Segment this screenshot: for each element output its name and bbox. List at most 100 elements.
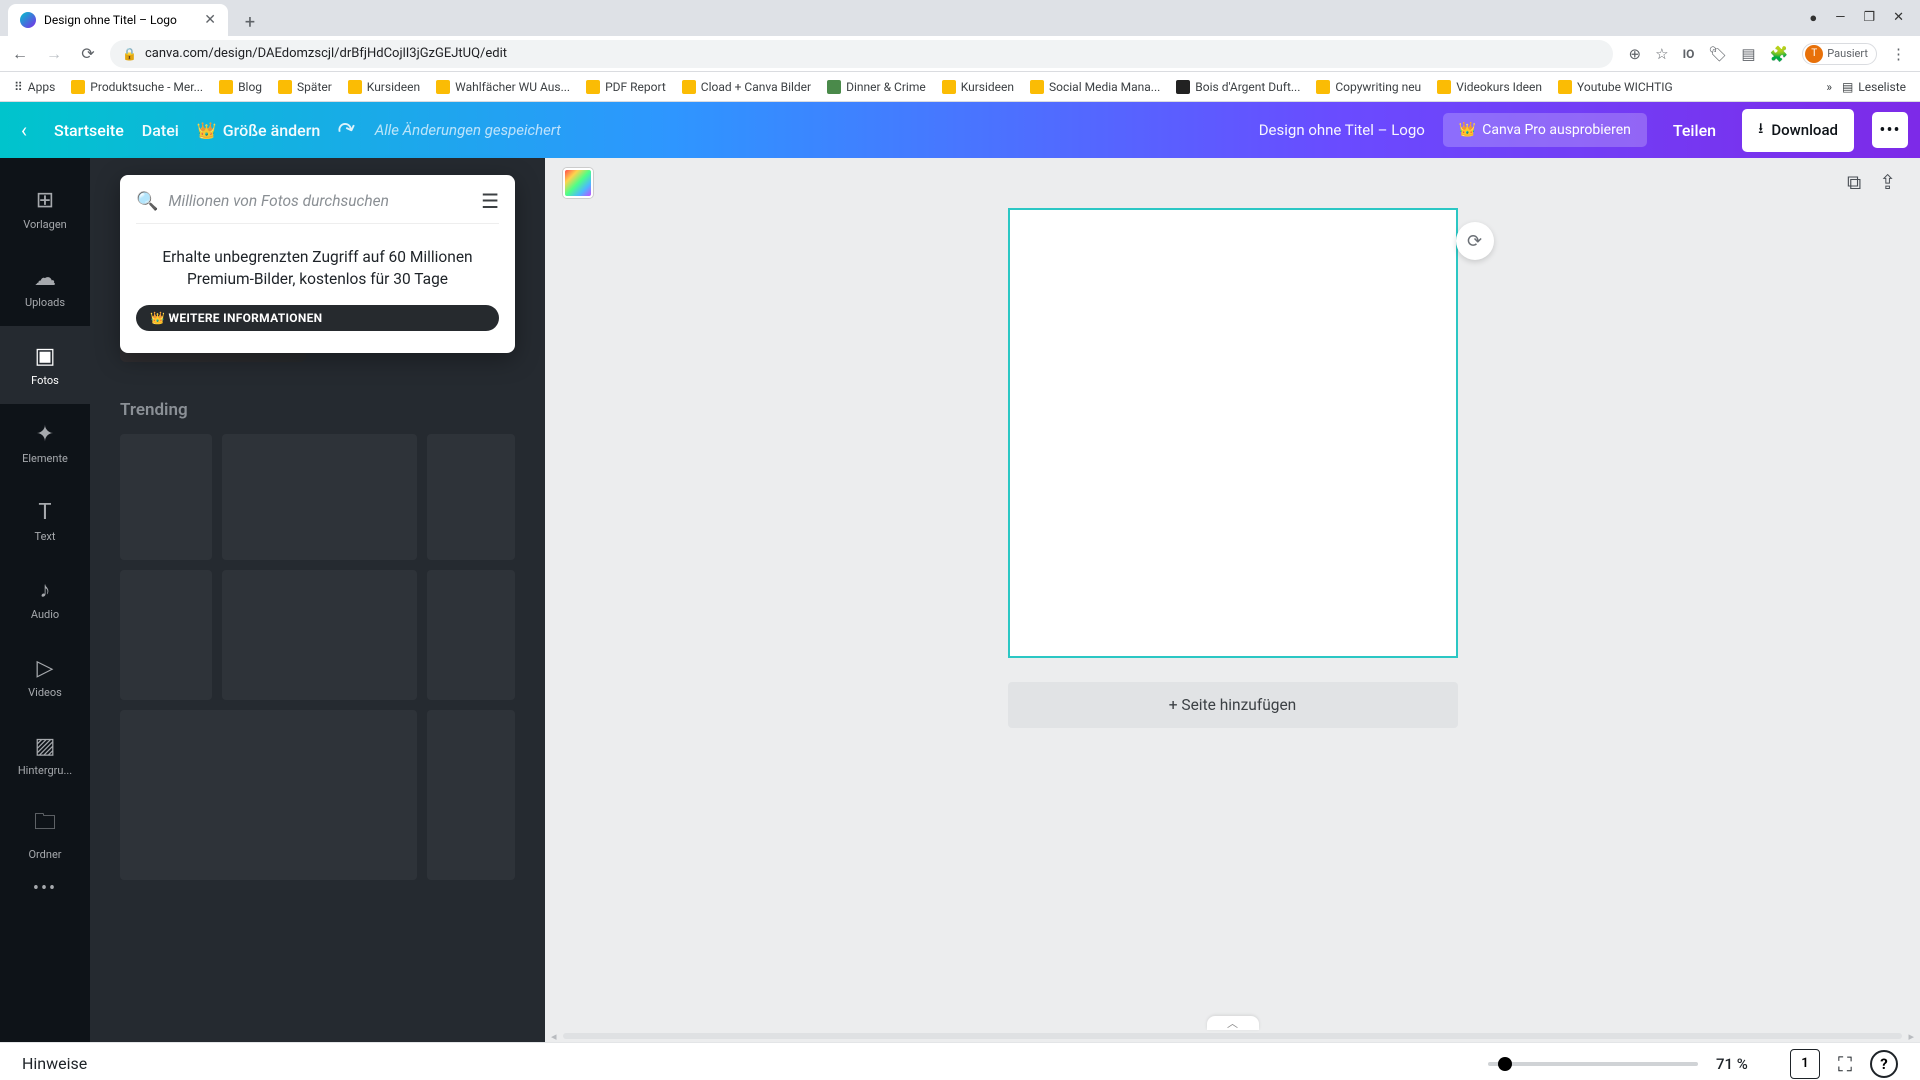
sidebar-label: Ordner bbox=[28, 848, 61, 861]
undo-icon[interactable]: ↶ bbox=[335, 115, 361, 145]
sidebar-item-videos[interactable]: ▷Videos bbox=[0, 638, 90, 716]
account-dot-icon[interactable]: ● bbox=[1809, 10, 1817, 26]
notes-button[interactable]: Hinweise bbox=[22, 1054, 87, 1073]
elements-icon: ✦ bbox=[36, 422, 54, 447]
back-home-icon[interactable]: ‹ bbox=[12, 118, 36, 142]
bookmark-item[interactable]: Videokurs Ideen bbox=[1431, 77, 1548, 97]
bookmark-label: Bois d'Argent Duft... bbox=[1195, 80, 1300, 94]
bookmark-item[interactable]: Youtube WICHTIG bbox=[1552, 77, 1679, 97]
bookmark-item[interactable]: PDF Report bbox=[580, 77, 672, 97]
bookmark-item[interactable]: Copywriting neu bbox=[1310, 77, 1427, 97]
promo-more-info-button[interactable]: 👑 WEITERE INFORMATIONEN bbox=[136, 305, 499, 331]
photo-thumbnail[interactable] bbox=[120, 434, 212, 560]
address-bar[interactable]: 🔒 canva.com/design/DAEdomzscjl/drBfjHdCo… bbox=[110, 40, 1613, 68]
sidebar-item-audio[interactable]: ♪Audio bbox=[0, 560, 90, 638]
document-title[interactable]: Design ohne Titel – Logo bbox=[1259, 121, 1425, 139]
reading-list-button[interactable]: ▤Leseliste bbox=[1836, 77, 1912, 97]
pause-label: Pausiert bbox=[1827, 47, 1868, 60]
bookmark-item[interactable]: Später bbox=[272, 77, 338, 97]
photo-search-input[interactable] bbox=[168, 192, 471, 210]
bookmark-item[interactable]: Wahlfächer WU Aus... bbox=[430, 77, 576, 97]
maximize-icon[interactable]: ❐ bbox=[1863, 10, 1875, 26]
nav-file[interactable]: Datei bbox=[142, 121, 179, 140]
sidebar-item-fotos[interactable]: ▣Fotos bbox=[0, 326, 90, 404]
close-window-icon[interactable]: ✕ bbox=[1893, 10, 1904, 26]
sidebar-item-uploads[interactable]: ☁Uploads bbox=[0, 248, 90, 326]
zoom-slider[interactable] bbox=[1488, 1062, 1698, 1066]
sidebar-item-elemente[interactable]: ✦Elemente bbox=[0, 404, 90, 482]
canvas-area: ⧉ ⇪ ⟳ + Seite hinzufügen ︿ ◂▸ bbox=[545, 158, 1920, 1042]
sidebar-item-text[interactable]: TText bbox=[0, 482, 90, 560]
search-icon: 🔍 bbox=[136, 191, 158, 212]
more-menu-button[interactable]: ••• bbox=[1872, 112, 1908, 148]
photo-thumbnail[interactable] bbox=[427, 710, 515, 880]
photo-thumbnail[interactable] bbox=[427, 434, 515, 560]
sidebar-item-hintergrund[interactable]: ▨Hintergru... bbox=[0, 716, 90, 794]
bookmark-label: Wahlfächer WU Aus... bbox=[455, 80, 570, 94]
browser-tab[interactable]: Design ohne Titel – Logo ✕ bbox=[8, 4, 228, 36]
sidebar-label: Text bbox=[35, 530, 56, 543]
regenerate-button[interactable]: ⟳ bbox=[1456, 222, 1494, 260]
bookmark-label: Blog bbox=[238, 80, 262, 94]
extension-doc-icon[interactable]: ▤ bbox=[1741, 45, 1755, 63]
bookmark-item[interactable]: Bois d'Argent Duft... bbox=[1170, 77, 1306, 97]
share-page-icon[interactable]: ⇪ bbox=[1879, 170, 1896, 194]
minimize-icon[interactable]: — bbox=[1835, 10, 1845, 26]
apps-grid-icon: ⠿ bbox=[14, 80, 23, 94]
reload-icon[interactable]: ⟳ bbox=[76, 44, 100, 63]
horizontal-scrollbar[interactable]: ◂▸ bbox=[545, 1030, 1920, 1042]
sidebar-label: Audio bbox=[31, 608, 59, 621]
bookmark-label: Kursideen bbox=[961, 80, 1014, 94]
share-button[interactable]: Teilen bbox=[1665, 121, 1724, 140]
photo-thumbnail[interactable] bbox=[222, 570, 417, 700]
tab-title: Design ohne Titel – Logo bbox=[44, 13, 177, 27]
sidebar-item-vorlagen[interactable]: ⊞Vorlagen bbox=[0, 170, 90, 248]
extensions-puzzle-icon[interactable]: 🧩 bbox=[1770, 45, 1789, 63]
bookmark-item[interactable]: Social Media Mana... bbox=[1024, 77, 1166, 97]
bookmark-item[interactable]: Dinner & Crime bbox=[821, 77, 932, 97]
bookmark-item[interactable]: Kursideen bbox=[936, 77, 1020, 97]
filter-icon[interactable]: ☰ bbox=[481, 189, 499, 213]
search-promo-card: 🔍 ☰ Erhalte unbegrenzten Zugriff auf 60 … bbox=[120, 175, 515, 353]
photo-thumbnail[interactable] bbox=[427, 570, 515, 700]
photo-thumbnail[interactable] bbox=[120, 710, 417, 880]
duplicate-page-icon[interactable]: ⧉ bbox=[1847, 170, 1861, 194]
design-page[interactable] bbox=[1008, 208, 1458, 658]
page-indicator[interactable]: 1 bbox=[1790, 1049, 1820, 1079]
bookmark-star-icon[interactable]: ☆ bbox=[1655, 45, 1668, 63]
back-icon[interactable]: ← bbox=[8, 44, 32, 64]
bookmark-item[interactable]: Cload + Canva Bilder bbox=[676, 77, 817, 97]
bookmark-item[interactable]: Blog bbox=[213, 77, 268, 97]
try-pro-button[interactable]: 👑Canva Pro ausprobieren bbox=[1443, 113, 1647, 147]
zoom-lens-icon[interactable]: ⊕ bbox=[1629, 45, 1642, 63]
bookmark-favicon bbox=[278, 80, 292, 94]
nav-resize[interactable]: 👑Größe ändern bbox=[197, 121, 320, 140]
photo-thumbnail[interactable] bbox=[120, 570, 212, 700]
promo-button-label: WEITERE INFORMATIONEN bbox=[169, 311, 323, 325]
editor-footer: Hinweise 71 % 1 ⛶ ? bbox=[0, 1042, 1920, 1080]
add-page-button[interactable]: + Seite hinzufügen bbox=[1008, 682, 1458, 728]
download-button[interactable]: ⭳Download bbox=[1742, 109, 1854, 152]
photo-thumbnail[interactable] bbox=[222, 434, 417, 560]
bookmark-item[interactable]: Kursideen bbox=[342, 77, 426, 97]
notes-expand-chevron[interactable]: ︿ bbox=[1207, 1016, 1259, 1030]
sidebar-item-ordner[interactable]: 🗀Ordner bbox=[0, 794, 90, 872]
bookmark-item[interactable]: Produktsuche - Mer... bbox=[65, 77, 209, 97]
kebab-menu-icon[interactable]: ⋮ bbox=[1891, 45, 1906, 63]
close-tab-icon[interactable]: ✕ bbox=[204, 12, 216, 28]
help-button[interactable]: ? bbox=[1870, 1050, 1898, 1078]
url-text: canva.com/design/DAEdomzscjl/drBfjHdCojl… bbox=[145, 46, 507, 61]
zoom-percentage[interactable]: 71 % bbox=[1716, 1055, 1772, 1073]
bookmark-overflow-icon[interactable]: » bbox=[1826, 80, 1832, 94]
zoom-slider-knob[interactable] bbox=[1498, 1057, 1512, 1071]
nav-home[interactable]: Startseite bbox=[54, 121, 124, 140]
fullscreen-icon[interactable]: ⛶ bbox=[1838, 1052, 1852, 1076]
new-tab-button[interactable]: + bbox=[236, 8, 264, 36]
sidebar-more-button[interactable]: ••• bbox=[33, 878, 57, 899]
bookmark-item[interactable]: ⠿Apps bbox=[8, 77, 61, 97]
profile-badge[interactable]: T Pausiert bbox=[1802, 43, 1877, 65]
extension-io-icon[interactable]: IO bbox=[1683, 47, 1695, 61]
bookmark-label: Später bbox=[297, 80, 332, 94]
canvas-viewport[interactable]: ⧉ ⇪ ⟳ + Seite hinzufügen ︿ bbox=[545, 158, 1920, 1030]
extension-tag-icon[interactable]: 🏷 bbox=[1708, 45, 1727, 63]
